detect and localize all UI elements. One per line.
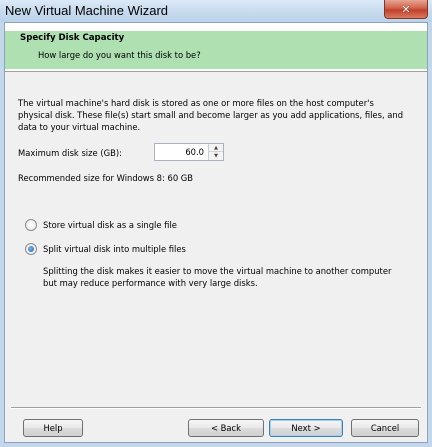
split-description: Splitting the disk makes it easier to mo…: [43, 266, 392, 288]
max-disk-size-stepper[interactable]: 60.0 ▲ ▼: [154, 143, 224, 161]
max-disk-size-value[interactable]: 60.0: [185, 147, 204, 157]
radio-split-files-button[interactable]: [25, 243, 37, 255]
cancel-button-label: Cancel: [370, 423, 400, 433]
radio-split-files[interactable]: Split virtual disk into multiple files: [25, 243, 186, 255]
recommended-size: Recommended size for Windows 8: 60 GB: [18, 173, 194, 183]
cancel-button[interactable]: Cancel: [351, 419, 419, 437]
close-button[interactable]: ✕: [384, 0, 428, 19]
next-button-label: Next >: [291, 423, 321, 433]
max-disk-size-label: Maximum disk size (GB):: [18, 148, 122, 158]
wizard-header: Specify Disk Capacity How large do you w…: [5, 23, 427, 72]
radio-single-file-label: Store virtual disk as a single file: [43, 220, 177, 230]
title-bar: New Virtual Machine Wizard ✕: [0, 0, 432, 22]
wizard-dialog: Specify Disk Capacity How large do you w…: [4, 22, 428, 443]
radio-split-files-label: Split virtual disk into multiple files: [43, 244, 186, 254]
page-title: Specify Disk Capacity: [20, 33, 125, 43]
stepper-down-icon[interactable]: ▼: [209, 152, 223, 160]
help-button[interactable]: Help: [23, 419, 83, 437]
next-button[interactable]: Next >: [269, 419, 343, 437]
stepper-arrows: ▲ ▼: [208, 144, 223, 160]
page-subtitle: How large do you want this disk to be?: [38, 50, 201, 60]
stepper-up-icon[interactable]: ▲: [209, 144, 223, 152]
help-button-label: Help: [43, 423, 63, 433]
close-icon: ✕: [401, 2, 411, 16]
disk-description: The virtual machine's hard disk is store…: [18, 98, 404, 132]
radio-single-file[interactable]: Store virtual disk as a single file: [25, 219, 177, 231]
window-title: New Virtual Machine Wizard: [5, 3, 169, 18]
footer-divider: [11, 407, 421, 409]
back-button[interactable]: < Back: [188, 419, 264, 437]
radio-single-file-button[interactable]: [25, 219, 37, 231]
back-button-label: < Back: [210, 423, 241, 433]
